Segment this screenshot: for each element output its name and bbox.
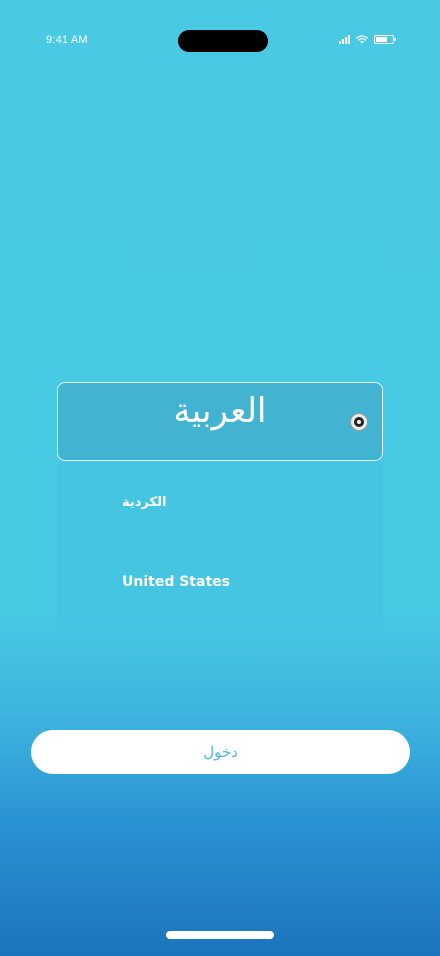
login-button-label: دخول: [203, 743, 238, 761]
language-select-screen: 9:41 AM العربية الكردية United States دخ…: [0, 0, 440, 956]
language-option-kurdish[interactable]: الكردية: [122, 495, 166, 510]
language-list: [57, 462, 383, 626]
dynamic-island: [178, 30, 268, 52]
language-option-selected[interactable]: العربية: [57, 382, 383, 461]
wifi-icon: [356, 35, 368, 44]
signal-icon: [339, 35, 350, 44]
language-picker: العربية الكردية United States: [57, 382, 383, 626]
login-button[interactable]: دخول: [31, 730, 410, 774]
language-option-united-states[interactable]: United States: [122, 574, 230, 590]
selected-language-label: العربية: [173, 391, 267, 431]
status-time: 9:41 AM: [46, 34, 88, 46]
status-icons: [339, 35, 396, 44]
radio-selected-icon: [350, 413, 368, 431]
home-indicator: [166, 931, 274, 939]
battery-icon: [374, 35, 396, 44]
